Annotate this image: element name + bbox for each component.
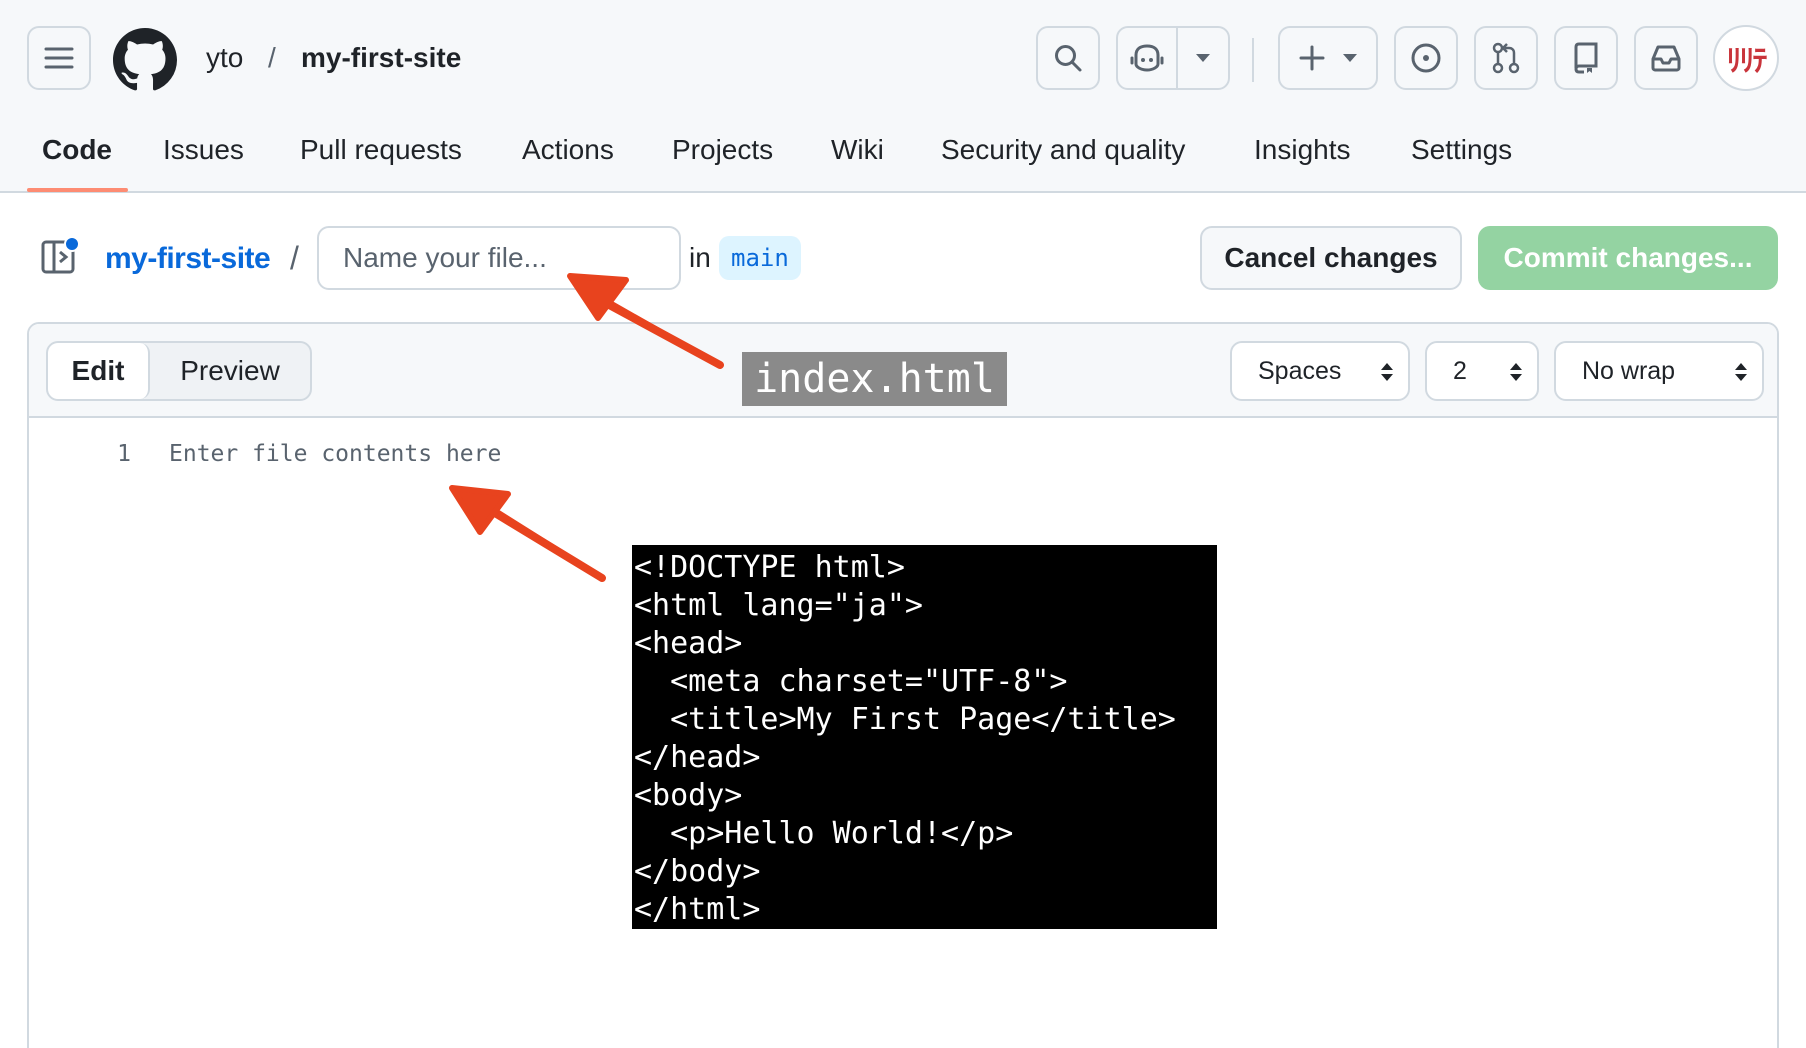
tab-code[interactable]: Code — [42, 130, 112, 170]
create-new-button[interactable] — [1278, 26, 1378, 90]
indent-size-select[interactable]: 2 — [1425, 341, 1539, 401]
indent-size-value: 2 — [1453, 357, 1467, 385]
wrap-mode-select[interactable]: No wrap — [1554, 341, 1764, 401]
pull-request-icon — [1492, 42, 1520, 74]
edit-preview-toggle: Edit Preview — [46, 341, 312, 401]
preview-tab[interactable]: Preview — [150, 343, 310, 399]
repositories-button[interactable] — [1554, 26, 1618, 90]
menu-button[interactable] — [27, 26, 91, 90]
breadcrumb-separator: / — [268, 42, 276, 73]
tab-settings[interactable]: Settings — [1411, 130, 1512, 170]
breadcrumb-repo[interactable]: my-first-site — [301, 38, 461, 78]
pull-requests-button[interactable] — [1474, 26, 1538, 90]
tab-actions[interactable]: Actions — [522, 130, 614, 170]
commit-changes-button[interactable]: Commit changes... — [1478, 226, 1778, 290]
indent-mode-select[interactable]: Spaces — [1230, 341, 1410, 401]
inbox-icon — [1651, 45, 1681, 72]
inbox-button[interactable] — [1634, 26, 1698, 90]
copilot-button[interactable] — [1118, 28, 1178, 88]
breadcrumb-owner[interactable]: yto — [206, 38, 243, 78]
filename-input[interactable] — [317, 226, 681, 290]
repo-header: yto / my-first-site ﾘﾘﾃ Code Issues Pull… — [0, 0, 1806, 193]
user-avatar[interactable]: ﾘﾘﾃ — [1713, 25, 1779, 91]
plus-icon — [1299, 45, 1325, 71]
file-tree-notification-dot — [64, 236, 80, 252]
tab-issues[interactable]: Issues — [163, 130, 244, 170]
branch-name: main — [719, 236, 801, 280]
copilot-icon — [1130, 44, 1164, 72]
indent-mode-value: Spaces — [1258, 357, 1342, 385]
edit-tab[interactable]: Edit — [48, 343, 150, 399]
copilot-button-group — [1116, 26, 1230, 90]
select-caret-icon — [1381, 363, 1393, 381]
code-editor-content[interactable]: Enter file contents here — [169, 438, 501, 470]
header-divider — [1252, 38, 1254, 82]
repo-icon — [1574, 42, 1598, 74]
repo-tabs: Code Issues Pull requests Actions Projec… — [0, 120, 1806, 193]
tab-wiki[interactable]: Wiki — [831, 130, 884, 170]
tab-pull-requests[interactable]: Pull requests — [300, 130, 462, 170]
search-icon — [1055, 45, 1082, 72]
github-logo-icon[interactable] — [113, 28, 177, 92]
issues-button[interactable] — [1394, 26, 1458, 90]
chevron-down-icon — [1196, 54, 1210, 62]
file-path-separator: / — [290, 240, 299, 276]
tab-insights[interactable]: Insights — [1254, 130, 1351, 170]
select-caret-icon — [1510, 363, 1522, 381]
tab-security-and-quality[interactable]: Security and quality — [941, 130, 1185, 170]
menu-icon — [44, 47, 74, 69]
line-number: 1 — [117, 441, 131, 467]
active-tab-indicator — [27, 188, 128, 192]
tab-projects[interactable]: Projects — [672, 130, 773, 170]
avatar-text: ﾘﾘﾃ — [1726, 44, 1768, 79]
select-caret-icon — [1735, 363, 1747, 381]
filename-annotation: index.html — [742, 352, 1007, 406]
copilot-menu-button[interactable] — [1178, 28, 1228, 88]
issue-icon — [1411, 43, 1441, 73]
cancel-changes-button[interactable]: Cancel changes — [1200, 226, 1462, 290]
code-annotation: <!DOCTYPE html> <html lang="ja"> <head> … — [632, 545, 1217, 929]
file-path-repo-link[interactable]: my-first-site — [105, 239, 271, 279]
branch-in-label: in — [689, 242, 711, 273]
search-button[interactable] — [1036, 26, 1100, 90]
chevron-down-icon — [1343, 54, 1357, 62]
wrap-mode-value: No wrap — [1582, 357, 1676, 385]
